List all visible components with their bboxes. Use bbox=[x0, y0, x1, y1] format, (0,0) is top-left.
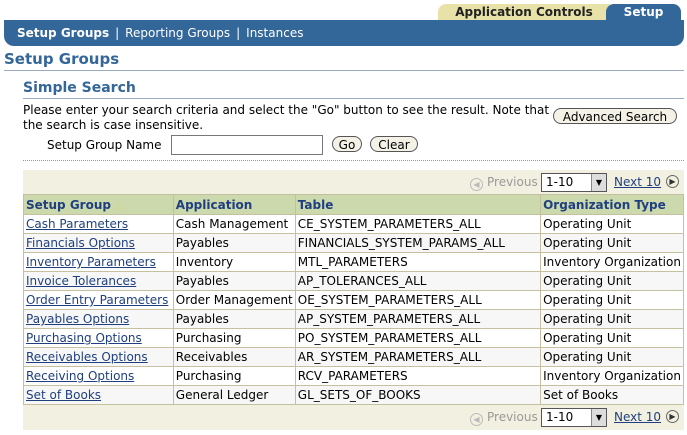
setup-group-link[interactable]: Financials Options bbox=[23, 233, 174, 253]
top-tabs: Application Controls Setup bbox=[0, 0, 687, 20]
previous-icon: ◀ bbox=[470, 178, 483, 191]
nav-separator: | bbox=[115, 26, 120, 40]
setup-group-link[interactable]: Payables Options bbox=[23, 309, 174, 329]
next-icon[interactable]: ▶ bbox=[666, 175, 679, 188]
application-cell: Payables bbox=[172, 309, 296, 329]
table-name-cell: AP_TOLERANCES_ALL bbox=[294, 271, 542, 291]
nav-instances[interactable]: Instances bbox=[246, 26, 303, 40]
table-name-cell: RCV_PARAMETERS bbox=[294, 366, 542, 386]
table-name-cell: OE_SYSTEM_PARAMETERS_ALL bbox=[294, 290, 542, 310]
application-cell: Purchasing bbox=[172, 366, 296, 386]
application-cell: Payables bbox=[172, 233, 296, 253]
organization-type-cell: Operating Unit bbox=[540, 233, 684, 253]
setup-group-link[interactable]: Order Entry Parameters bbox=[23, 290, 174, 310]
dropdown-arrow-icon: ▼ bbox=[591, 409, 606, 426]
column-header-organization-type: Organization Type bbox=[540, 194, 684, 215]
previous-icon: ◀ bbox=[470, 413, 483, 426]
column-header-setup-group[interactable]: Setup Group △ bbox=[23, 194, 174, 215]
range-select[interactable]: 1-10 ▼ bbox=[541, 408, 607, 427]
table-name-cell: CE_SYSTEM_PARAMETERS_ALL bbox=[294, 214, 542, 234]
application-cell: General Ledger bbox=[172, 385, 296, 405]
simple-search-title: Simple Search bbox=[23, 80, 136, 96]
table-name-cell: GL_SETS_OF_BOOKS bbox=[294, 385, 542, 405]
next-link[interactable]: Next 10 bbox=[614, 410, 661, 424]
next-icon[interactable]: ▶ bbox=[666, 410, 679, 423]
tab-application-controls[interactable]: Application Controls bbox=[438, 4, 610, 20]
setup-group-link[interactable]: Cash Parameters bbox=[23, 214, 174, 234]
setup-group-link[interactable]: Receivables Options bbox=[23, 347, 174, 367]
results-panel: ◀ Previous 1-10 ▼ Next 10 ▶ Setup Group △ A… bbox=[23, 170, 684, 430]
search-instructions: Please enter your search criteria and se… bbox=[23, 103, 550, 132]
table-row: Cash Parameters Cash Management CE_SYSTEM_… bbox=[23, 214, 684, 234]
next-link[interactable]: Next 10 bbox=[614, 175, 661, 189]
pager-bottom: ◀ Previous 1-10 ▼ Next 10 ▶ bbox=[23, 406, 684, 428]
table-row: Inventory Parameters Inventory MTL_PARAMET… bbox=[23, 252, 684, 272]
organization-type-cell: Operating Unit bbox=[540, 309, 684, 329]
setup-group-name-input[interactable] bbox=[171, 135, 323, 155]
organization-type-cell: Operating Unit bbox=[540, 328, 684, 348]
previous-link: ◀ Previous bbox=[470, 175, 538, 191]
nav-separator: | bbox=[236, 26, 241, 40]
application-cell: Order Management bbox=[172, 290, 296, 310]
table-row: Purchasing Options Purchasing PO_SYSTEM_PA… bbox=[23, 328, 684, 348]
nav-setup-groups[interactable]: Setup Groups bbox=[17, 26, 109, 40]
table-header-row: Setup Group △ Application Table Organizat… bbox=[23, 194, 684, 215]
organization-type-cell: Operating Unit bbox=[540, 214, 684, 234]
table-row: Order Entry Parameters Order Management OE… bbox=[23, 290, 684, 310]
range-select[interactable]: 1-10 ▼ bbox=[541, 173, 607, 192]
table-name-cell: FINANCIALS_SYSTEM_PARAMS_ALL bbox=[294, 233, 542, 253]
application-cell: Receivables bbox=[172, 347, 296, 367]
table-name-cell: MTL_PARAMETERS bbox=[294, 252, 542, 272]
column-header-table: Table bbox=[294, 194, 542, 215]
setup-groups-table: Setup Group △ Application Table Organizat… bbox=[23, 194, 684, 405]
organization-type-cell: Operating Unit bbox=[540, 347, 684, 367]
pager-top: ◀ Previous 1-10 ▼ Next 10 ▶ bbox=[23, 171, 684, 193]
dropdown-arrow-icon: ▼ bbox=[591, 174, 606, 191]
column-header-application: Application bbox=[172, 194, 296, 215]
setup-group-link[interactable]: Invoice Tolerances bbox=[23, 271, 174, 291]
organization-type-cell: Set of Books bbox=[540, 385, 684, 405]
title-divider bbox=[4, 70, 684, 71]
page-title: Setup Groups bbox=[4, 50, 120, 68]
organization-type-cell: Inventory Organization bbox=[540, 366, 684, 386]
table-row: Invoice Tolerances Payables AP_TOLERANCES_… bbox=[23, 271, 684, 291]
table-row: Financials Options Payables FINANCIALS_SYS… bbox=[23, 233, 684, 253]
organization-type-cell: Operating Unit bbox=[540, 290, 684, 310]
organization-type-cell: Operating Unit bbox=[540, 271, 684, 291]
section-divider bbox=[23, 98, 684, 99]
application-cell: Purchasing bbox=[172, 328, 296, 348]
setup-group-name-label: Setup Group Name bbox=[47, 138, 162, 152]
application-cell: Payables bbox=[172, 271, 296, 291]
table-name-cell: AR_SYSTEM_PARAMETERS_ALL bbox=[294, 347, 542, 367]
setup-group-link[interactable]: Set of Books bbox=[23, 385, 174, 405]
clear-button[interactable]: Clear bbox=[370, 136, 418, 152]
previous-link: ◀ Previous bbox=[470, 410, 538, 426]
application-cell: Cash Management bbox=[172, 214, 296, 234]
application-cell: Inventory bbox=[172, 252, 296, 272]
tab-setup[interactable]: Setup bbox=[606, 4, 681, 20]
nav-reporting-groups[interactable]: Reporting Groups bbox=[125, 26, 230, 40]
go-button[interactable]: Go bbox=[332, 136, 362, 152]
table-row: Receivables Options Receivables AR_SYSTEM_… bbox=[23, 347, 684, 367]
global-nav-bar: Setup Groups | Reporting Groups | Instances bbox=[4, 20, 684, 46]
table-row: Payables Options Payables AP_SYSTEM_PARAME… bbox=[23, 309, 684, 329]
advanced-search-button[interactable]: Advanced Search bbox=[553, 108, 677, 124]
table-row: Set of Books General Ledger GL_SETS_OF_BOO… bbox=[23, 385, 684, 405]
sort-ascending-icon: △ bbox=[113, 200, 122, 212]
table-name-cell: PO_SYSTEM_PARAMETERS_ALL bbox=[294, 328, 542, 348]
setup-group-link[interactable]: Receiving Options bbox=[23, 366, 174, 386]
setup-group-link[interactable]: Inventory Parameters bbox=[23, 252, 174, 272]
setup-group-link[interactable]: Purchasing Options bbox=[23, 328, 174, 348]
table-name-cell: AP_SYSTEM_PARAMETERS_ALL bbox=[294, 309, 542, 329]
table-row: Receiving Options Purchasing RCV_PARAMETER… bbox=[23, 366, 684, 386]
dotted-divider bbox=[23, 160, 684, 161]
organization-type-cell: Inventory Organization bbox=[540, 252, 684, 272]
